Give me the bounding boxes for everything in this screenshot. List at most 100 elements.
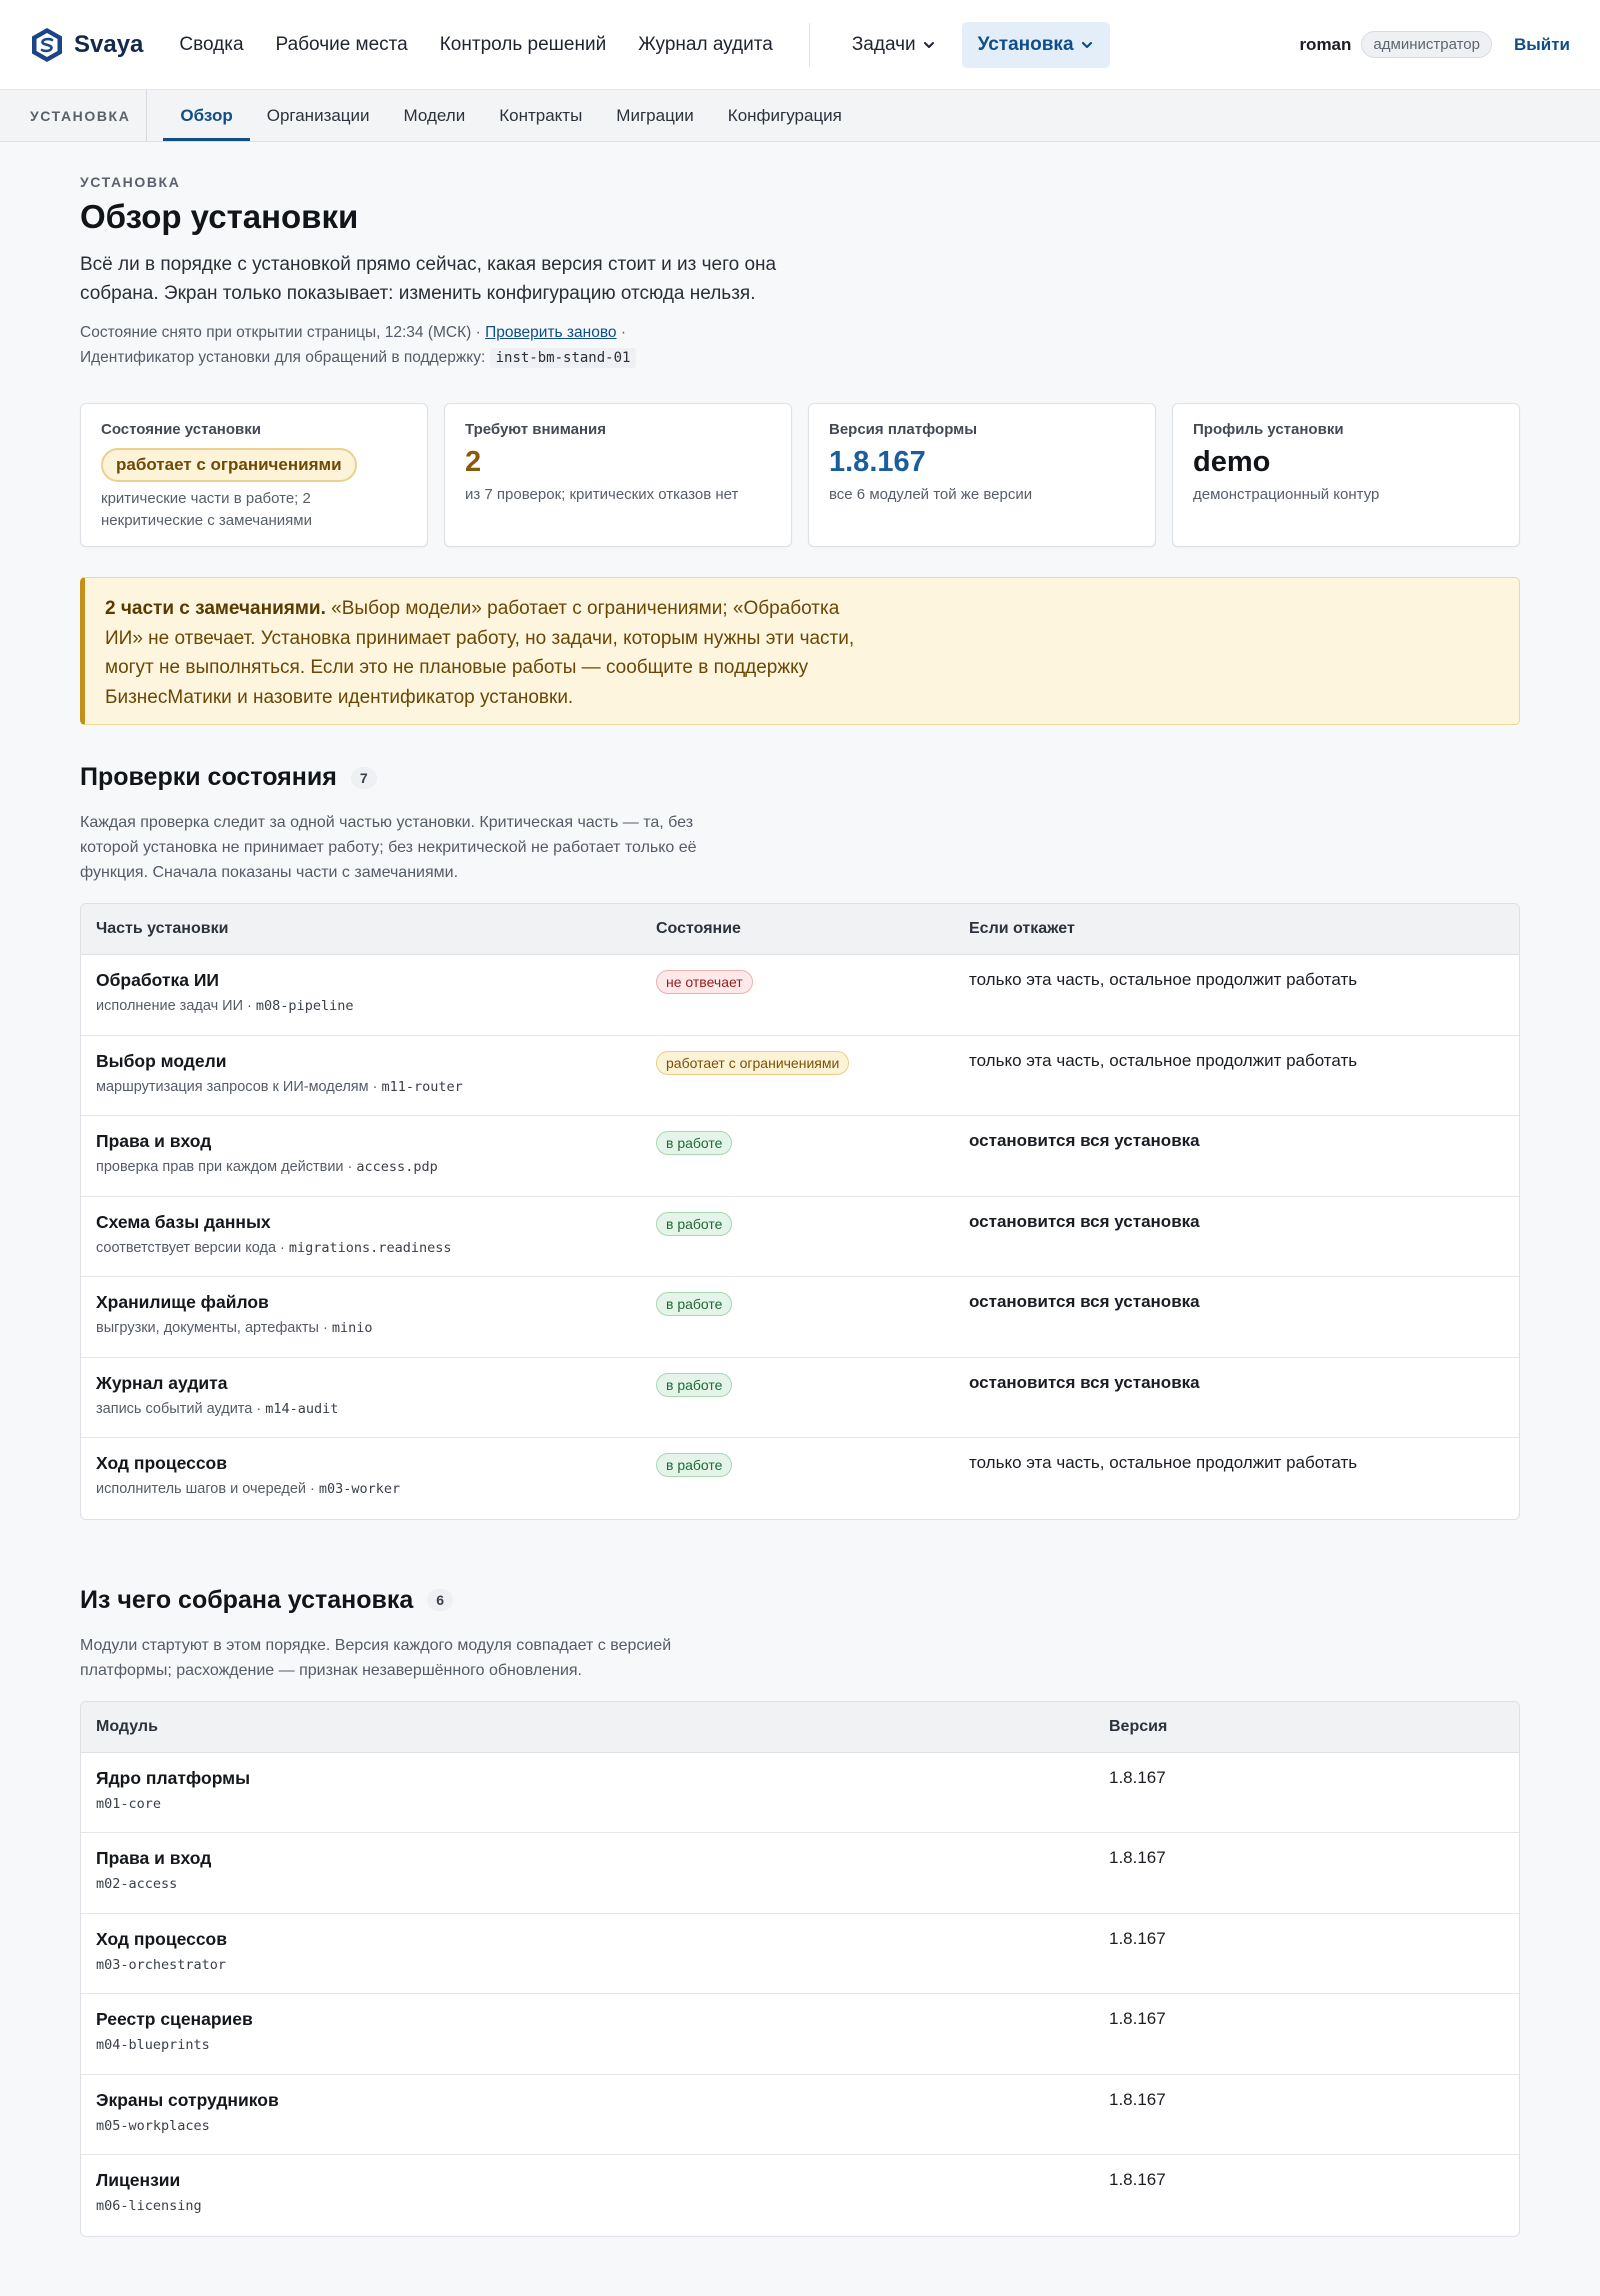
- main-nav: Сводка Рабочие места Контроль решений Жу…: [179, 34, 804, 56]
- part-desc-line: запись событий аудита · m14-audit: [96, 1401, 656, 1417]
- part-desc-line: выгрузки, документы, артефакты · minio: [96, 1320, 656, 1336]
- part-cell: Обработка ИИ исполнение задач ИИ · m08-pi…: [96, 970, 656, 1035]
- section-desc: Каждая проверка следит за одной частью у…: [80, 814, 697, 881]
- table-row: Лицензии m06-licensing 1.8.167: [81, 2155, 1519, 2236]
- module-code-line: m01-core: [96, 1796, 1109, 1812]
- table-row: Экраны сотрудников m05-workplaces 1.8.167: [81, 2075, 1519, 2155]
- subnav-section-label: УСТАНОВКА: [30, 90, 148, 141]
- top-header: Svaya Сводка Рабочие места Контроль реше…: [0, 0, 1600, 90]
- part-desc: соответствует версии кода ·: [96, 1239, 285, 1256]
- impact-cell: остановится вся установка: [969, 1373, 1519, 1438]
- module-version: 1.8.167: [1109, 1767, 1166, 1787]
- part-name: Права и вход: [96, 1131, 212, 1151]
- part-desc: запись событий аудита ·: [96, 1400, 262, 1417]
- nav-decision-control[interactable]: Контроль решений: [440, 34, 606, 56]
- alert-title: 2 части с замечаниями.: [105, 598, 326, 619]
- tab-models[interactable]: Модели: [387, 90, 483, 141]
- nav-divider: [808, 22, 810, 67]
- support-id-label: Идентификатор установки для обращений в …: [80, 349, 486, 366]
- part-desc: проверка прав при каждом действии ·: [96, 1159, 353, 1175]
- part-cell: Схема базы данных соответствует версии ко…: [96, 1212, 656, 1277]
- user-name: roman: [1299, 34, 1352, 54]
- status-badge: в работе: [656, 1211, 733, 1236]
- status-cell: не отвечает: [656, 970, 969, 1035]
- warning-alert: 2 части с замечаниями. «Выбор модели» ра…: [80, 577, 1520, 725]
- nav-audit-log[interactable]: Журнал аудита: [638, 34, 773, 56]
- recheck-link[interactable]: Проверить заново: [485, 324, 616, 341]
- nav-summary[interactable]: Сводка: [179, 34, 243, 56]
- module-code: m04-blueprints: [96, 2037, 210, 2053]
- column-header: Если откажет: [969, 920, 1075, 937]
- status-cell: в работе: [656, 1211, 969, 1277]
- card-install-status: Состояние установки работает с ограничен…: [80, 403, 428, 547]
- table-header: Часть установки Состояние Если откажет: [81, 904, 1519, 955]
- impact-text: остановится вся установка: [969, 1372, 1200, 1392]
- tab-organizations[interactable]: Организации: [250, 90, 387, 141]
- impact-text: остановится вся установка: [969, 1211, 1200, 1231]
- part-cell: Журнал аудита запись событий аудита · m14…: [96, 1373, 656, 1438]
- impact-cell: только эта часть, остальное продолжит ра…: [969, 970, 1519, 1035]
- tab-contracts[interactable]: Контракты: [482, 90, 599, 141]
- section-head: Из чего собрана установка 6: [80, 1586, 1520, 1615]
- count-badge: 7: [350, 766, 377, 789]
- alert-text: 2 части с замечаниями. «Выбор модели» ра…: [105, 594, 865, 712]
- status-badge: в работе: [656, 1292, 733, 1316]
- tab-migrations[interactable]: Миграции: [599, 90, 711, 141]
- module-code-line: m05-workplaces: [96, 2118, 1109, 2134]
- svaya-logo-icon: [32, 27, 62, 62]
- tab-configuration[interactable]: Конфигурация: [711, 90, 859, 141]
- checks-table: Часть установки Состояние Если откажет О…: [80, 903, 1520, 1520]
- brand[interactable]: Svaya: [30, 27, 143, 63]
- part-desc-line: маршрутизация запросов к ИИ-моделям · m1…: [96, 1079, 656, 1095]
- impact-text: только эта часть, остальное продолжит ра…: [969, 1050, 1358, 1070]
- impact-text: только эта часть, остальное продолжит ра…: [969, 1453, 1358, 1472]
- card-platform-version: Версия платформы 1.8.167 все 6 модулей т…: [808, 403, 1156, 547]
- table-row: Ядро платформы m01-core 1.8.167: [81, 1753, 1519, 1833]
- install-profile: demo: [1193, 446, 1271, 478]
- brand-name: Svaya: [74, 30, 144, 58]
- tasks-menu[interactable]: Задачи: [838, 24, 950, 66]
- card-sub: из 7 проверок; критических отказов нет: [465, 486, 739, 503]
- install-menu[interactable]: Установка: [961, 21, 1110, 68]
- card-label: Профиль установки: [1193, 421, 1344, 438]
- part-code: minio: [331, 1320, 373, 1336]
- install-status-pill: работает с ограничениями: [101, 448, 357, 482]
- snapshot-meta: Состояние снято при открытии страницы, 1…: [80, 320, 1520, 371]
- impact-text: остановится вся установка: [969, 1292, 1200, 1311]
- part-code: m03-worker: [318, 1481, 401, 1497]
- status-badge: в работе: [656, 1453, 733, 1477]
- part-cell: Выбор модели маршрутизация запросов к ИИ-…: [96, 1051, 656, 1116]
- modules-section: Из чего собрана установка 6 Модули старт…: [80, 1586, 1520, 2237]
- part-desc-line: проверка прав при каждом действии · acce…: [96, 1159, 656, 1175]
- table-row: Обработка ИИ исполнение задач ИИ · m08-pi…: [81, 955, 1519, 1036]
- impact-cell: остановится вся установка: [969, 1292, 1519, 1357]
- part-name: Обработка ИИ: [96, 970, 219, 990]
- version-cell: 1.8.167: [1109, 1768, 1519, 1833]
- column-header: Часть установки: [96, 920, 229, 937]
- part-desc-line: соответствует версии кода · migrations.r…: [96, 1240, 656, 1256]
- status-badge: не отвечает: [656, 970, 753, 994]
- snapshot-tail: ·: [620, 324, 627, 341]
- tab-overview[interactable]: Обзор: [163, 90, 251, 141]
- card-sub: критические части в работе; 2 некритичес…: [101, 490, 312, 529]
- module-code-line: m04-blueprints: [96, 2037, 1109, 2053]
- module-version: 1.8.167: [1109, 1928, 1166, 1948]
- status-cell: в работе: [656, 1131, 969, 1196]
- chevron-down-icon: [1081, 41, 1092, 48]
- version-cell: 1.8.167: [1109, 1848, 1519, 1913]
- module-name: Экраны сотрудников: [96, 2089, 279, 2110]
- module-cell: Права и вход m02-access: [96, 1848, 1109, 1913]
- part-name: Выбор модели: [96, 1050, 227, 1071]
- module-name: Реестр сценариев: [96, 2009, 253, 2029]
- install-menu-label: Установка: [977, 33, 1074, 55]
- logout-button[interactable]: Выйти: [1514, 35, 1570, 55]
- part-name: Схема базы данных: [96, 1211, 271, 1232]
- table-row: Ход процессов исполнитель шагов и очереде…: [81, 1438, 1519, 1519]
- module-version: 1.8.167: [1109, 2009, 1166, 2028]
- card-sub: все 6 модулей той же версии: [829, 486, 1033, 503]
- nav-workplaces[interactable]: Рабочие места: [276, 34, 408, 56]
- column-header: Версия: [1109, 1717, 1168, 1735]
- card-attention: Требуют внимания 2 из 7 проверок; критич…: [444, 403, 792, 547]
- section-desc: Модули стартуют в этом порядке. Версия к…: [80, 1636, 672, 1679]
- card-sub: демонстрационный контур: [1193, 486, 1380, 503]
